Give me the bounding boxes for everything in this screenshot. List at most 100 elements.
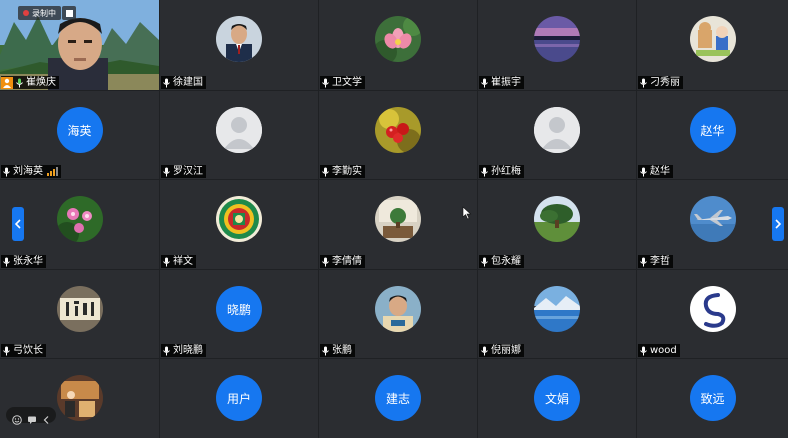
mic-on-icon bbox=[163, 346, 170, 355]
chat-button[interactable] bbox=[27, 410, 37, 424]
participant-tile[interactable]: 海英刘海英 bbox=[0, 91, 159, 179]
participant-name: 张永华 bbox=[13, 255, 43, 267]
participant-tile[interactable]: 李倩倩 bbox=[319, 180, 477, 269]
participant-tile[interactable]: 崔振宇 bbox=[478, 0, 636, 90]
host-name-label: 崔焕庆 bbox=[1, 76, 59, 89]
participant-tile[interactable]: 刁秀丽 bbox=[637, 0, 788, 90]
chat-icon bbox=[27, 416, 36, 424]
participant-tile[interactable]: 孙红梅 bbox=[478, 91, 636, 179]
mic-on-icon bbox=[3, 167, 10, 176]
chevron-left-icon bbox=[43, 416, 49, 424]
participant-tile[interactable]: 致远 bbox=[637, 359, 788, 438]
participant-name-label: 赵华 bbox=[638, 165, 673, 178]
avatar-photo bbox=[56, 286, 103, 332]
avatar-photo bbox=[375, 196, 421, 242]
avatar-initials: 赵华 bbox=[689, 107, 736, 153]
mic-on-icon bbox=[481, 257, 488, 266]
participant-tile[interactable]: 用户 bbox=[160, 359, 318, 438]
participant-tile[interactable]: 赵华 赵华 bbox=[637, 91, 788, 179]
mic-on-icon bbox=[163, 257, 170, 266]
mic-on-icon bbox=[16, 78, 23, 87]
participant-tile[interactable] bbox=[0, 359, 159, 438]
participant-name-label: 刘海英 bbox=[1, 165, 61, 178]
participant-tile[interactable]: 徐建国 bbox=[160, 0, 318, 90]
mic-on-icon bbox=[481, 78, 488, 87]
stop-recording-button[interactable] bbox=[62, 6, 76, 20]
participant-name-label: 徐建国 bbox=[161, 76, 206, 89]
participant-name: 刘海英 bbox=[13, 165, 43, 177]
participant-name-label: 李倩倩 bbox=[320, 255, 365, 268]
participant-tile[interactable]: 包永耀 bbox=[478, 180, 636, 269]
participant-tile[interactable]: 李勤实 bbox=[319, 91, 477, 179]
default-avatar-icon bbox=[534, 107, 580, 153]
bottom-toolbar bbox=[6, 407, 56, 425]
participant-name-label: 张鹏 bbox=[320, 344, 355, 357]
avatar-initials: 晓鹏 bbox=[216, 286, 262, 332]
host-name: 崔焕庆 bbox=[26, 76, 56, 88]
avatar-photo bbox=[534, 286, 580, 332]
avatar-photo bbox=[689, 16, 736, 62]
mic-on-icon bbox=[640, 346, 647, 355]
participant-name-label: 张永华 bbox=[1, 255, 46, 268]
participant-tile[interactable]: 晓鹏刘晓鹏 bbox=[160, 270, 318, 358]
host-icon bbox=[1, 76, 13, 89]
avatar-initials: 文娟 bbox=[534, 375, 580, 421]
avatar-photo bbox=[216, 16, 262, 62]
participant-name-label: 李勤实 bbox=[320, 165, 365, 178]
participant-tile[interactable]: 倪丽娜 bbox=[478, 270, 636, 358]
participant-tile[interactable]: 弓饮长 bbox=[0, 270, 159, 358]
smiley-icon bbox=[12, 415, 23, 425]
emoji-button[interactable] bbox=[12, 410, 23, 425]
collapse-button[interactable] bbox=[42, 410, 50, 424]
participant-tile[interactable]: 祥文 bbox=[160, 180, 318, 269]
avatar-initials: 海英 bbox=[56, 107, 103, 153]
participant-tile[interactable]: 张鹏 bbox=[319, 270, 477, 358]
mic-on-icon bbox=[322, 257, 329, 266]
avatar-initials: 建志 bbox=[375, 375, 421, 421]
avatar-photo bbox=[216, 196, 262, 242]
avatar-photo bbox=[534, 196, 580, 242]
recording-indicator[interactable]: 录制中 bbox=[18, 6, 61, 20]
avatar-photo bbox=[56, 196, 103, 242]
avatar-photo bbox=[534, 16, 580, 62]
participant-name: wood bbox=[650, 344, 677, 356]
host-video-tile[interactable]: 录制中 崔焕庆 bbox=[0, 0, 159, 90]
default-avatar-icon bbox=[216, 107, 262, 153]
participant-name: 徐建国 bbox=[173, 76, 203, 88]
participant-name-label: 祥文 bbox=[161, 255, 196, 268]
participant-name: 张鹏 bbox=[332, 344, 352, 356]
participant-tile[interactable]: 建志 bbox=[319, 359, 477, 438]
participant-name-label: 卫文学 bbox=[320, 76, 365, 89]
mic-on-icon bbox=[322, 346, 329, 355]
participant-name: 刘晓鹏 bbox=[173, 344, 203, 356]
participant-name-label: 倪丽娜 bbox=[479, 344, 524, 357]
participant-name: 祥文 bbox=[173, 255, 193, 267]
avatar-photo bbox=[689, 286, 736, 332]
participant-name-label: 刘晓鹏 bbox=[161, 344, 206, 357]
participant-name-label: 罗汉江 bbox=[161, 165, 206, 178]
avatar-photo bbox=[375, 286, 421, 332]
participant-tile[interactable]: 卫文学 bbox=[319, 0, 477, 90]
participant-name: 李倩倩 bbox=[332, 255, 362, 267]
chevron-right-icon bbox=[775, 219, 781, 229]
meeting-gallery: 录制中 崔焕庆 徐建国 卫文学 崔振宇 刁秀丽 海英 刘海英 罗汉江 李勤实 孙红梅 赵华 赵华 张永… bbox=[0, 0, 788, 438]
participant-name: 李勤实 bbox=[332, 165, 362, 177]
avatar-photo bbox=[375, 107, 421, 153]
previous-page-button[interactable] bbox=[12, 207, 24, 241]
mic-on-icon bbox=[3, 346, 10, 355]
participant-name-label: 崔振宇 bbox=[479, 76, 524, 89]
participant-tile[interactable]: 罗汉江 bbox=[160, 91, 318, 179]
avatar-photo bbox=[689, 196, 736, 242]
mic-on-icon bbox=[163, 167, 170, 176]
participant-name: 罗汉江 bbox=[173, 165, 203, 177]
participant-name: 崔振宇 bbox=[491, 76, 521, 88]
mic-on-icon bbox=[640, 257, 647, 266]
participant-tile[interactable]: 文娟 bbox=[478, 359, 636, 438]
next-page-button[interactable] bbox=[772, 207, 784, 241]
participant-name-label: 包永耀 bbox=[479, 255, 524, 268]
mic-on-icon bbox=[481, 346, 488, 355]
participant-tile[interactable]: 李哲 bbox=[637, 180, 788, 269]
recording-label: 录制中 bbox=[32, 8, 56, 18]
participant-tile[interactable]: wood bbox=[637, 270, 788, 358]
participant-name: 包永耀 bbox=[491, 255, 521, 267]
